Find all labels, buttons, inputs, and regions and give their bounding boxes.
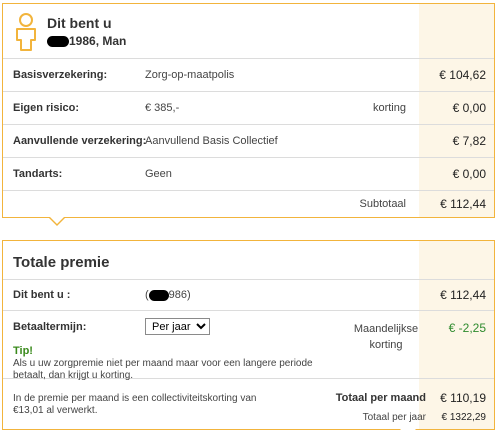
subtotal-row: Subtotaal € 112,44 xyxy=(3,191,494,217)
person-icon xyxy=(16,13,36,51)
row-value: Geen xyxy=(145,168,172,180)
summary-panel: Dit bent u 1986, Man Basisverzekering: Z… xyxy=(2,3,495,226)
value-close: 986) xyxy=(168,289,191,301)
totals-section: In de premie per maand is een collectivi… xyxy=(3,379,494,429)
row-value: Zorg-op-maatpolis xyxy=(145,69,235,81)
dit-bent-u-label: Dit bent u : xyxy=(13,289,71,301)
person-birth-suffix: 1986, Man xyxy=(69,34,127,48)
panel-pointer xyxy=(48,216,66,226)
person-title: Dit bent u xyxy=(47,15,112,31)
person-details: 1986, Man xyxy=(47,34,126,48)
row-label: Eigen risico: xyxy=(13,102,80,114)
betaaltermijn-select[interactable]: Per jaar xyxy=(145,318,210,335)
dit-bent-u-row: Dit bent u : (986) € 112,44 xyxy=(3,281,494,311)
total-premium-panel: Totale premie Dit bent u : (986) € 112,4… xyxy=(2,240,495,430)
subtotal-label: Subtotaal xyxy=(359,198,406,210)
row-amount: € 0,00 xyxy=(452,167,486,181)
betaaltermijn-section: Betaaltermijn: Per jaar Maandelijkse kor… xyxy=(3,311,494,381)
discount-label-line1: Maandelijkse xyxy=(353,323,419,335)
row-label: Aanvullende verzekering: xyxy=(13,135,147,147)
total-premium-title: Totale premie xyxy=(13,254,110,271)
row-value: Aanvullend Basis Collectief xyxy=(145,135,278,147)
dit-bent-u-amount: € 112,44 xyxy=(440,288,486,302)
row-discount-label: korting xyxy=(372,102,406,114)
total-month-amount: € 110,19 xyxy=(440,391,486,405)
coverage-row-basis: Basisverzekering: Zorg-op-maatpolis € 10… xyxy=(3,59,494,92)
total-month-label: Totaal per maand xyxy=(335,392,426,404)
collectivity-note: In de premie per maand is een collectivi… xyxy=(13,393,257,416)
panel-pointer-bottom xyxy=(400,422,416,430)
row-label: Basisverzekering: xyxy=(13,69,108,81)
dit-bent-u-value: (986) xyxy=(145,289,191,301)
coverage-row-aanvullend: Aanvullende verzekering: Aanvullend Basi… xyxy=(3,125,494,158)
subtotal-amount: € 112,44 xyxy=(440,197,486,211)
monthly-discount-amount: € -2,25 xyxy=(448,321,486,335)
coverage-row-eigen-risico: Eigen risico: € 385,- korting € 0,00 xyxy=(3,92,494,125)
redacted-birthdate xyxy=(47,36,69,48)
row-amount: € 104,62 xyxy=(439,68,486,82)
redacted-name xyxy=(148,289,169,301)
betaaltermijn-label: Betaaltermijn: xyxy=(13,321,87,333)
discount-label-line2: korting xyxy=(369,339,403,351)
total-year-amount: € 1322,29 xyxy=(441,412,487,423)
total-year-label: Totaal per jaar xyxy=(362,412,426,423)
row-amount: € 7,82 xyxy=(452,134,486,148)
row-value: € 385,- xyxy=(145,102,180,114)
tip-label: Tip! xyxy=(13,345,33,357)
row-amount: € 0,00 xyxy=(452,101,486,115)
monthly-discount-label: Maandelijkse korting xyxy=(346,321,426,353)
coverage-row-tandarts: Tandarts: Geen € 0,00 xyxy=(3,158,494,191)
row-label: Tandarts: xyxy=(13,168,63,180)
header-divider xyxy=(3,279,494,280)
